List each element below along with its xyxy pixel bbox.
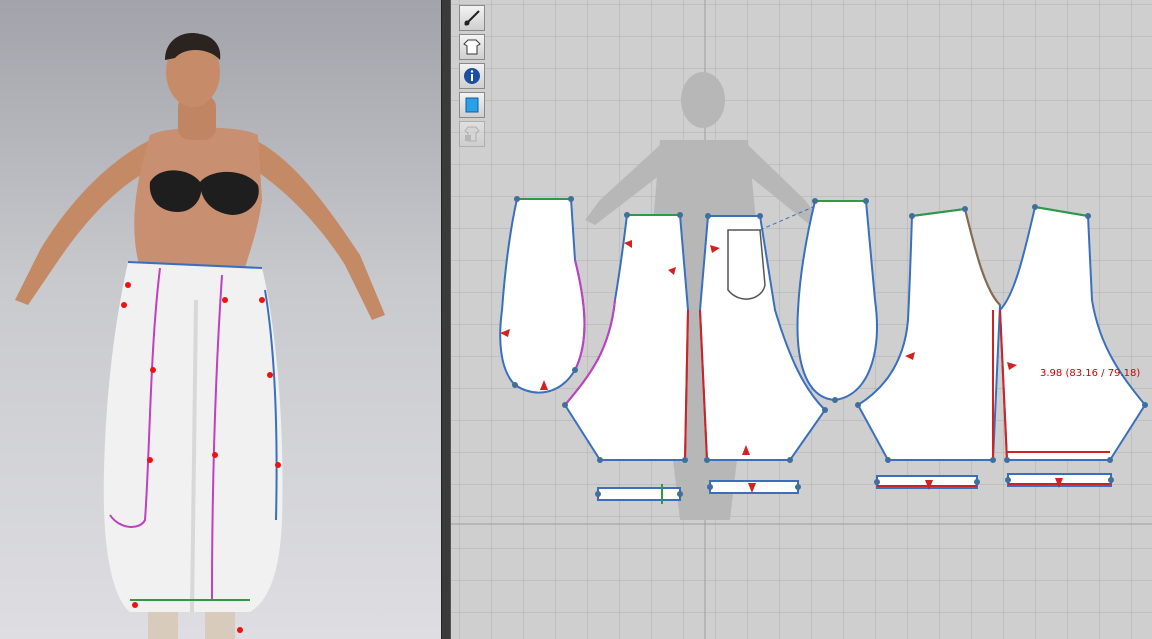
info-icon[interactable] bbox=[459, 63, 485, 89]
pattern-piece-1[interactable] bbox=[499, 198, 586, 394]
pattern-piece-4[interactable] bbox=[796, 200, 878, 402]
pattern-piece-5[interactable] bbox=[856, 207, 1002, 461]
lock-garment-icon[interactable] bbox=[459, 121, 485, 147]
pattern-canvas[interactable] bbox=[0, 0, 1152, 639]
view-toolbar bbox=[459, 5, 487, 150]
show-garment-icon[interactable] bbox=[459, 34, 485, 60]
show-avatar-pen-icon[interactable] bbox=[459, 5, 485, 31]
measurement-label: 3.98 (83.16 / 79.18) bbox=[1040, 368, 1141, 379]
cuff-piece-1[interactable] bbox=[597, 484, 681, 504]
texture-icon[interactable] bbox=[459, 92, 485, 118]
pattern-piece-6[interactable] bbox=[998, 205, 1147, 461]
